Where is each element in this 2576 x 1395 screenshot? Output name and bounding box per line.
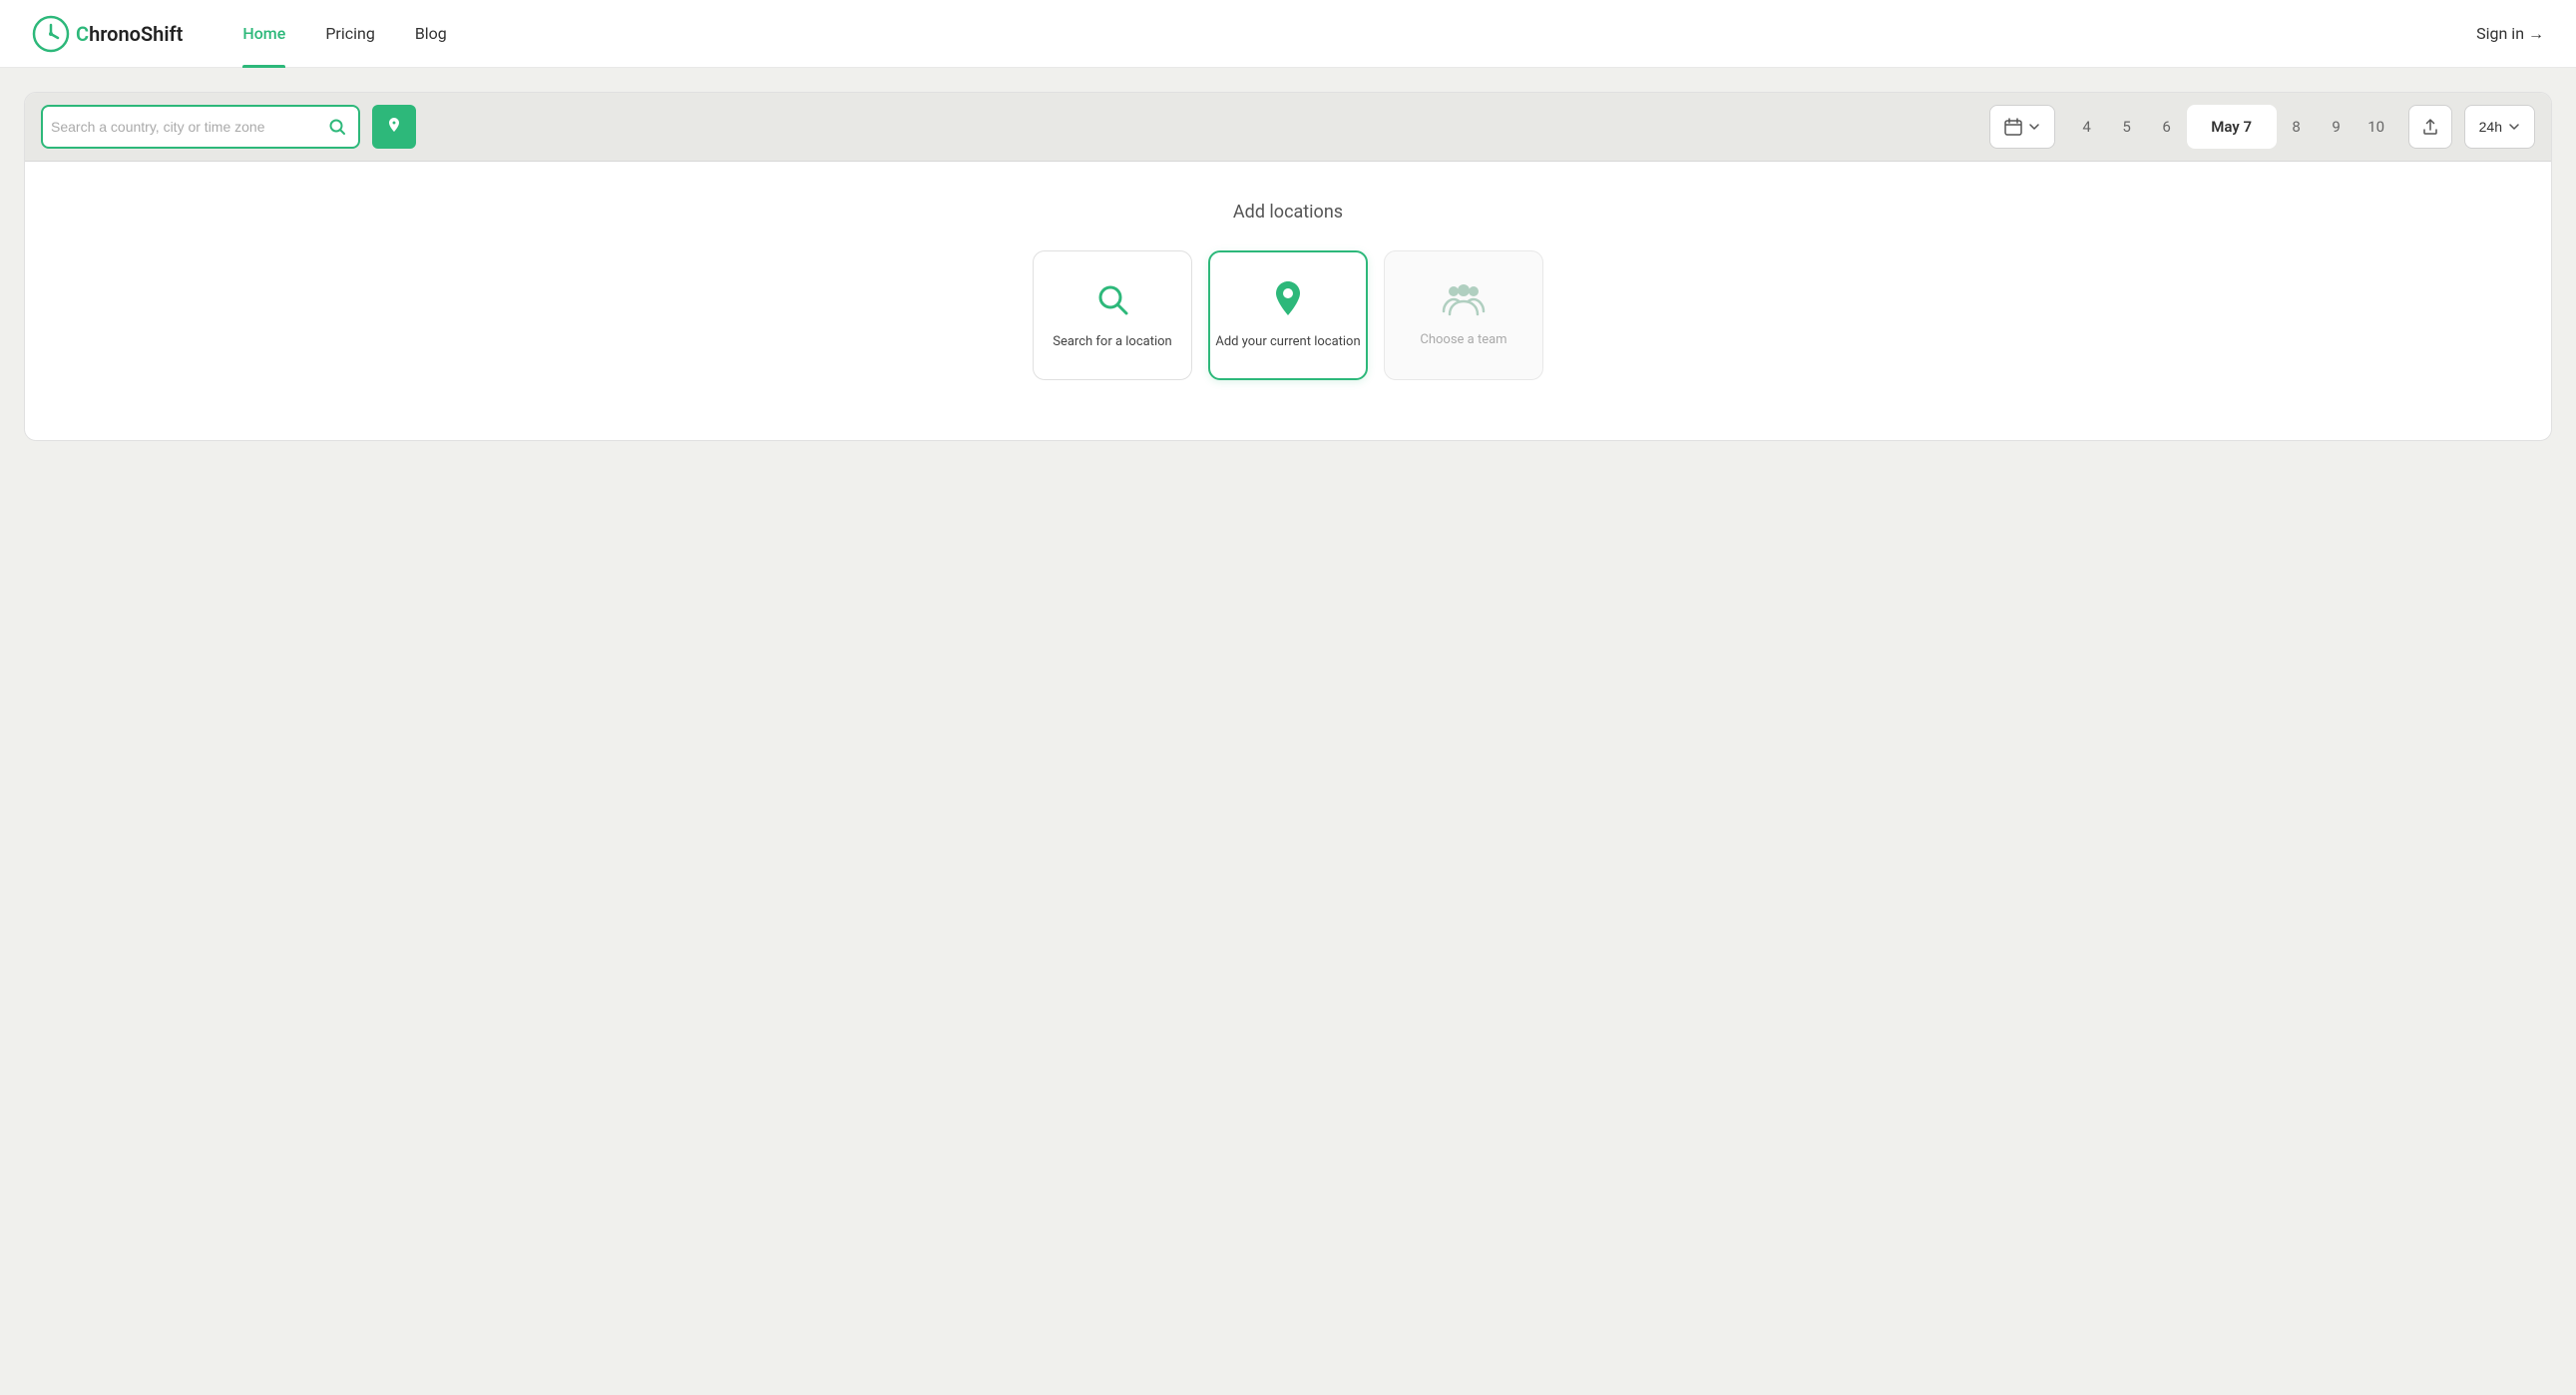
sign-in-link[interactable]: Sign in →: [2476, 24, 2544, 44]
date-9[interactable]: 9: [2317, 105, 2357, 149]
nav-right: Sign in →: [2476, 24, 2544, 44]
calendar-chevron-icon: [2028, 121, 2040, 133]
date-8[interactable]: 8: [2277, 105, 2317, 149]
nav-link-home[interactable]: Home: [222, 0, 305, 68]
team-location-card[interactable]: Choose a team: [1384, 250, 1543, 380]
share-button[interactable]: [2408, 105, 2452, 149]
current-location-icon: [1270, 279, 1306, 319]
search-input[interactable]: [51, 119, 324, 135]
logo-link[interactable]: ChronoShift: [32, 15, 183, 53]
search-location-icon: [1092, 279, 1132, 319]
nav-link-pricing[interactable]: Pricing: [305, 0, 395, 68]
search-button[interactable]: [324, 114, 350, 140]
date-5[interactable]: 5: [2107, 105, 2147, 149]
date-10[interactable]: 10: [2357, 105, 2396, 149]
date-4[interactable]: 4: [2067, 105, 2107, 149]
current-location-label: Add your current location: [1215, 333, 1360, 351]
nav-links: Home Pricing Blog: [222, 0, 2476, 68]
date-6[interactable]: 6: [2147, 105, 2187, 149]
search-wrapper: [41, 105, 360, 149]
search-location-card[interactable]: Search for a location: [1033, 250, 1192, 380]
date-navigation: 4 5 6 May 7 8 9 10: [2067, 105, 2396, 149]
toolbar: 4 5 6 May 7 8 9 10 24h: [25, 93, 2551, 162]
time-format-chevron-icon: [2508, 121, 2520, 133]
logo-text: ChronoShift: [76, 22, 183, 46]
calendar-button[interactable]: [1989, 105, 2055, 149]
current-location-card[interactable]: Add your current location: [1208, 250, 1368, 380]
date-may7[interactable]: May 7: [2187, 105, 2277, 149]
team-label: Choose a team: [1420, 331, 1506, 349]
main-content: 4 5 6 May 7 8 9 10 24h: [0, 68, 2576, 465]
location-pin-icon: [384, 117, 404, 137]
location-cards: Search for a location Add your current l…: [1033, 250, 1543, 380]
team-icon: [1442, 281, 1486, 317]
add-locations-title: Add locations: [1233, 202, 1343, 223]
current-location-button[interactable]: [372, 105, 416, 149]
time-format-label: 24h: [2479, 119, 2502, 135]
time-format-button[interactable]: 24h: [2464, 105, 2535, 149]
search-location-label: Search for a location: [1053, 333, 1171, 351]
nav-link-blog[interactable]: Blog: [395, 0, 467, 68]
navigation: ChronoShift Home Pricing Blog Sign in →: [0, 0, 2576, 68]
search-icon: [328, 118, 346, 136]
app-panel: 4 5 6 May 7 8 9 10 24h: [24, 92, 2552, 441]
share-icon: [2421, 118, 2439, 136]
logo-icon: [32, 15, 70, 53]
add-locations-area: Add locations Search for a location: [25, 162, 2551, 440]
calendar-icon: [2004, 118, 2022, 136]
